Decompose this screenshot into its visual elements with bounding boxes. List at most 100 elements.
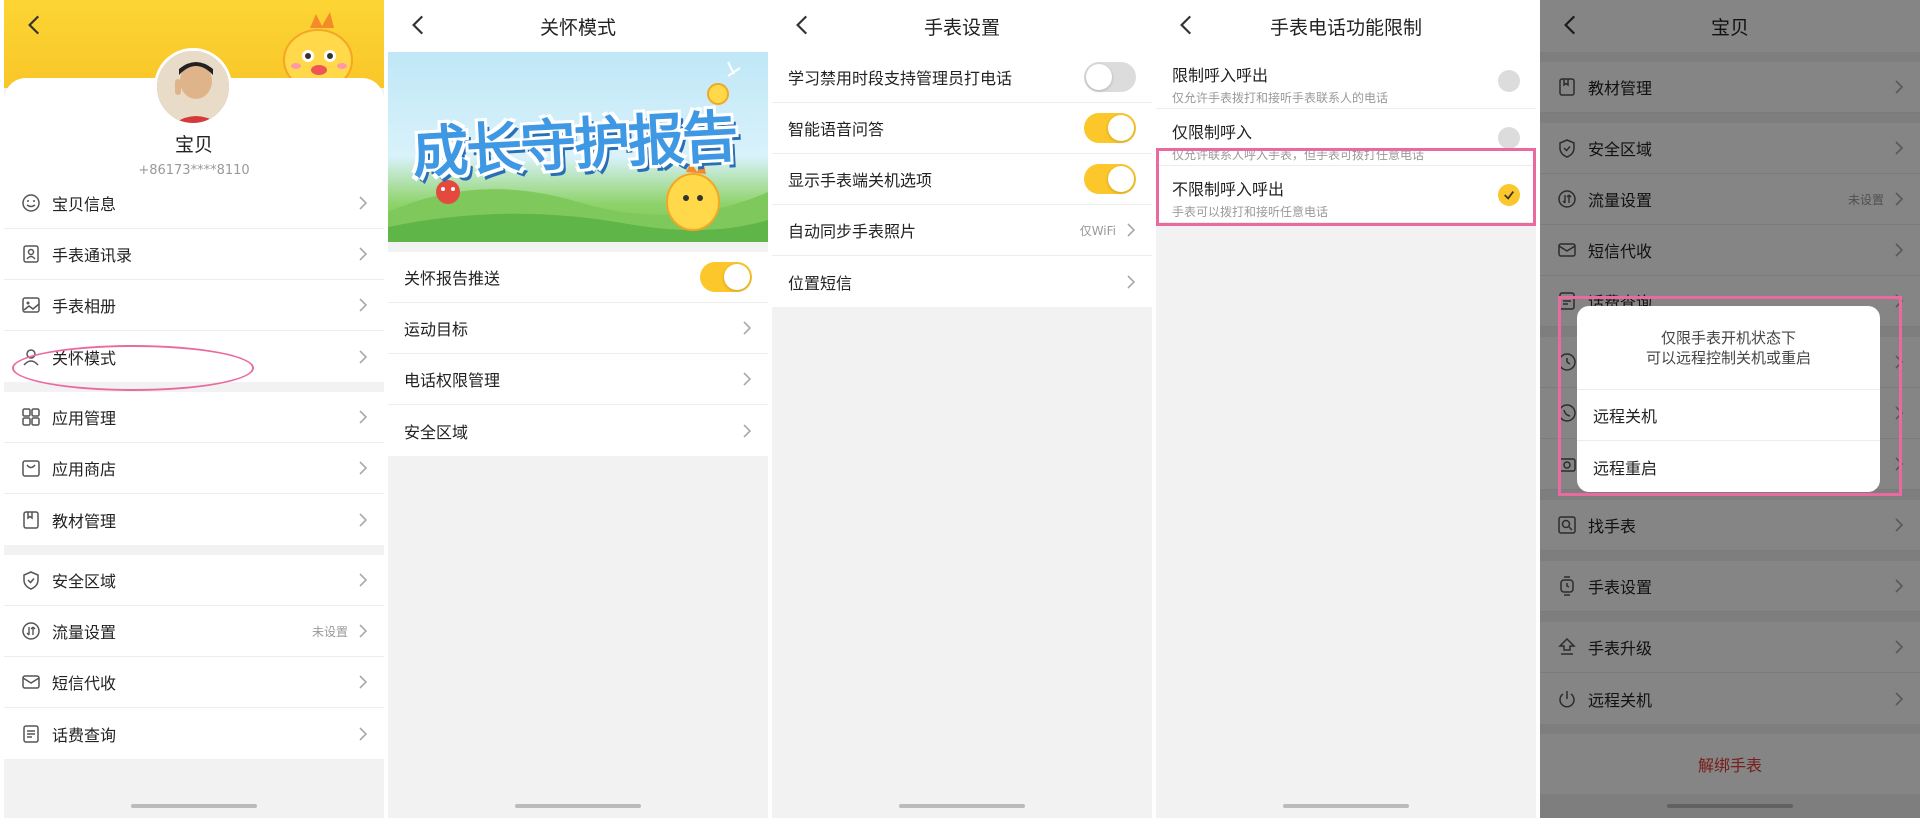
dialog-message-line2: 可以远程控制关机或重启 [1645,348,1811,367]
toggle-switch[interactable] [1084,113,1136,143]
mail-icon [20,671,42,693]
menu-item-label: 安全区域 [404,422,469,442]
back-button[interactable] [790,12,816,38]
setting-item-label: 学习禁用时段支持管理员打电话 [788,69,1013,88]
panel-profile: 宝贝 +86173****8110 宝贝信息 手表通讯录 手表相册 关怀模式 应用管理应… [4,0,384,818]
navbar: 关怀模式 [388,0,768,52]
chevron-right-icon [358,674,368,690]
menu-item[interactable]: 手表通讯录 [4,229,384,280]
annotation-rectangle [1156,148,1536,226]
bag-icon [20,457,42,479]
setting-item[interactable]: 自动同步手表照片 仅WiFi [772,205,1152,256]
remote-restart-button[interactable]: 远程重启 [1577,441,1880,492]
menu-item-label: 关怀报告推送 [404,269,501,288]
setting-item[interactable]: 显示手表端关机选项 [772,154,1152,205]
phone-number: +86173****8110 [138,163,250,178]
menu-item[interactable]: 宝贝信息 [4,178,384,229]
remote-control-dialog: 仅限手表开机状态下 可以远程控制关机或重启 远程关机 远程重启 [1577,306,1880,492]
toggle-switch[interactable] [1084,164,1136,194]
chevron-right-icon [358,349,368,365]
page-title: 关怀模式 [539,16,616,39]
panel-watch-settings: 手表设置 学习禁用时段支持管理员打电话 智能语音问答 显示手表端关机选项 自动同步手表… [772,0,1152,818]
setting-item-label: 位置短信 [788,273,853,293]
care-mode-menu: 关怀报告推送 运动目标电话权限管理 安全区域 [388,252,768,456]
grid-icon [20,406,42,428]
radio-unchecked-icon[interactable] [1498,70,1520,92]
menu-item-label: 手表通讯录 [52,246,133,265]
menu-item-label: 短信代收 [52,674,117,693]
back-button[interactable] [1174,12,1200,38]
restriction-option[interactable]: 限制呼入呼出仅允许手表拨打和接听手表联系人的电话 [1156,52,1536,109]
back-button[interactable] [406,12,432,38]
image-icon [20,294,42,316]
chevron-right-icon [358,195,368,211]
menu-item[interactable]: 运动目标 [388,303,768,354]
navbar: 手表设置 [772,0,1152,52]
chevron-right-icon [358,409,368,425]
option-title: 限制呼入呼出 [1172,66,1269,85]
menu-item[interactable]: 话费查询 [4,708,384,759]
chevron-left-icon [412,15,424,35]
option-subtitle: 仅允许手表拨打和接听手表联系人的电话 [1172,91,1389,105]
growth-report-banner[interactable]: 成长守护报告 [388,52,768,242]
setting-item-label: 智能语音问答 [788,120,885,139]
avatar[interactable] [154,48,232,126]
profile-menu: 宝贝信息 手表通讯录 手表相册 关怀模式 应用管理 应用商店 教材管理 安全区域 流量设置 未设置… [4,178,384,759]
menu-item[interactable]: 短信代收 [4,657,384,708]
menu-item[interactable]: 安全区域 [4,555,384,606]
option-title: 仅限制呼入 [1172,123,1253,142]
menu-item[interactable]: 关怀报告推送 [388,252,768,303]
toggle-switch[interactable] [700,262,752,292]
chevron-left-icon [796,15,808,35]
watch-settings-menu: 学习禁用时段支持管理员打电话 智能语音问答显示手表端关机选项 自动同步手表照片 仅Wi… [772,52,1152,307]
annotation-circle [12,345,254,391]
menu-item[interactable]: 电话权限管理 [388,354,768,405]
back-button[interactable] [22,12,48,38]
chevron-right-icon [742,320,752,336]
chevron-right-icon [358,246,368,262]
menu-item-label: 手表相册 [52,297,117,316]
chevron-right-icon [1126,274,1136,290]
menu-item[interactable]: 流量设置 未设置 [4,606,384,657]
setting-item-hint: 仅WiFi [1079,223,1116,238]
setting-item-label: 自动同步手表照片 [788,222,917,241]
chevron-right-icon [358,512,368,528]
chevron-right-icon [358,572,368,588]
dialog-message: 仅限手表开机状态下 可以远程控制关机或重启 [1577,306,1880,390]
panel-remote-control: 宝贝 教材管理 安全区域 流量设置 未设置 短信代收 话费查询 找手表 手表设置 手表升级 远程关… [1540,0,1920,818]
panel-call-restriction: 手表电话功能限制 限制呼入呼出仅允许手表拨打和接听手表联系人的电话仅限制呼入 仅允… [1156,0,1536,818]
banner-title: 成长守护报告 [410,104,738,187]
menu-item-hint: 未设置 [311,624,348,639]
menu-item-label: 电话权限管理 [404,371,501,390]
data-icon [20,620,42,642]
chevron-right-icon [358,726,368,742]
page-title: 手表电话功能限制 [1269,16,1422,39]
chevron-right-icon [742,371,752,387]
toggle-switch[interactable] [1084,62,1136,92]
page-title: 手表设置 [923,16,1000,39]
menu-item-label: 宝贝信息 [52,195,117,214]
navbar: 手表电话功能限制 [1156,0,1536,52]
remote-shutdown-button[interactable]: 远程关机 [1577,390,1880,441]
chevron-left-icon [1180,15,1192,35]
menu-item[interactable]: 手表相册 [4,280,384,331]
home-indicator [131,804,257,808]
menu-item-label: 应用管理 [52,409,117,428]
setting-item[interactable]: 位置短信 [772,256,1152,307]
setting-item[interactable]: 学习禁用时段支持管理员打电话 [772,52,1152,103]
setting-item[interactable]: 智能语音问答 [772,103,1152,154]
menu-item[interactable]: 应用管理 [4,392,384,443]
menu-item-label: 安全区域 [52,572,117,591]
chevron-left-icon [28,15,40,35]
menu-item[interactable]: 应用商店 [4,443,384,494]
smile-icon [20,192,42,214]
radio-unchecked-icon[interactable] [1498,127,1520,149]
menu-item-label: 话费查询 [52,725,117,745]
menu-item-label: 应用商店 [52,460,117,479]
contacts-icon [20,243,42,265]
setting-item-label: 显示手表端关机选项 [788,171,933,190]
menu-item[interactable]: 教材管理 [4,494,384,545]
home-indicator [1283,804,1409,808]
menu-item-label: 运动目标 [404,320,469,339]
menu-item[interactable]: 安全区域 [388,405,768,456]
